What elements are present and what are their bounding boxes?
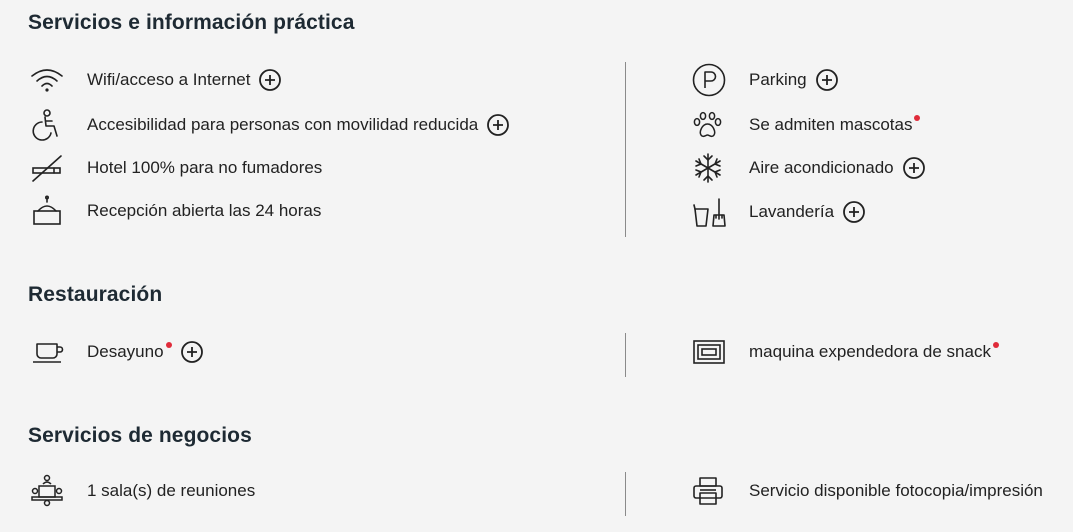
printer-icon xyxy=(692,474,728,508)
expand-plus-icon[interactable] xyxy=(815,69,838,91)
item-label: 1 sala(s) de reuniones xyxy=(87,481,256,500)
info-dot xyxy=(992,342,999,348)
item-label: Lavandería xyxy=(749,202,835,221)
list-item-no-smoking: Hotel 100% para no fumadores xyxy=(30,151,322,185)
item-label: Se admiten mascotas xyxy=(749,115,921,135)
list-item-laundry: Lavandería xyxy=(692,195,865,229)
section-title-business: Servicios de negocios xyxy=(28,424,252,447)
vending-machine-icon xyxy=(692,335,728,369)
column-divider xyxy=(625,333,626,377)
snowflake-icon xyxy=(692,151,728,185)
no-smoking-icon xyxy=(30,151,66,185)
column-divider xyxy=(625,472,626,516)
meeting-room-icon xyxy=(30,474,66,508)
list-item-meeting-room: 1 sala(s) de reuniones xyxy=(30,474,255,508)
list-item-vending-machine: maquina expendedora de snack xyxy=(692,335,999,369)
column-divider xyxy=(625,62,626,237)
coffee-cup-icon xyxy=(30,335,66,369)
info-dot xyxy=(165,342,172,348)
item-label: Aire acondicionado xyxy=(749,158,894,177)
item-label: Accesibilidad para personas con movilida… xyxy=(87,115,479,134)
item-label: Hotel 100% para no fumadores xyxy=(87,158,323,177)
list-item-printing: Servicio disponible fotocopia/impresión xyxy=(692,474,1043,508)
info-dot xyxy=(914,115,921,121)
expand-plus-icon[interactable] xyxy=(487,114,510,136)
section-title-dining: Restauración xyxy=(28,283,163,306)
list-item-wifi: Wifi/acceso a Internet xyxy=(30,63,282,97)
paw-icon xyxy=(692,108,728,142)
list-item-breakfast: Desayuno xyxy=(30,335,203,369)
item-label: maquina expendedora de snack xyxy=(749,342,999,362)
wifi-icon xyxy=(30,63,66,97)
list-item-parking: Parking xyxy=(692,63,838,97)
item-label: Parking xyxy=(749,70,807,89)
item-label: Desayuno xyxy=(87,342,172,362)
list-item-reception: Recepción abierta las 24 horas xyxy=(30,194,321,228)
list-item-accessibility: Accesibilidad para personas con movilida… xyxy=(30,108,510,142)
item-label: Servicio disponible fotocopia/impresión xyxy=(749,481,1043,500)
expand-plus-icon[interactable] xyxy=(843,201,865,223)
section-title-practical: Servicios e información práctica xyxy=(28,11,355,34)
expand-plus-icon[interactable] xyxy=(259,69,282,91)
reception-desk-icon xyxy=(30,194,66,228)
expand-plus-icon[interactable] xyxy=(180,341,203,363)
laundry-icon xyxy=(692,195,728,229)
expand-plus-icon[interactable] xyxy=(902,157,925,179)
list-item-pets: Se admiten mascotas xyxy=(692,108,921,142)
list-item-air-conditioning: Aire acondicionado xyxy=(692,151,925,185)
parking-icon xyxy=(692,63,728,97)
item-label: Recepción abierta las 24 horas xyxy=(87,201,322,220)
item-label: Wifi/acceso a Internet xyxy=(87,70,251,89)
wheelchair-icon xyxy=(30,108,66,142)
